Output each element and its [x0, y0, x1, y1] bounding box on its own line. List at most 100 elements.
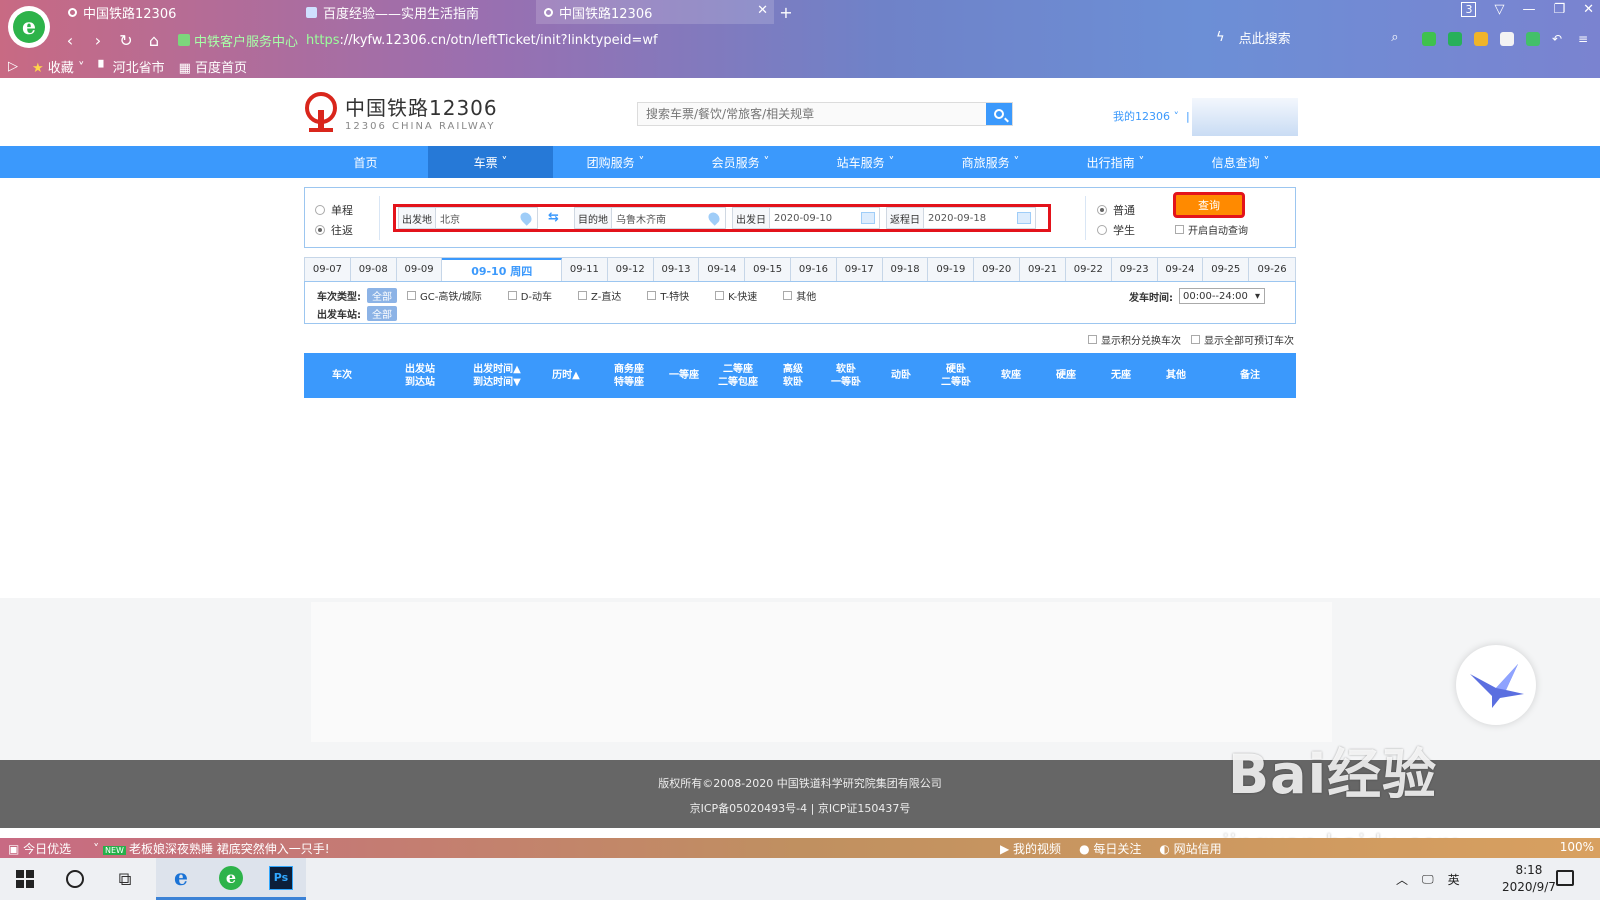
lightning-icon[interactable]: ϟ	[1216, 30, 1225, 45]
train-type-all[interactable]: 全部	[367, 288, 397, 303]
back-button[interactable]: ‹	[56, 31, 84, 50]
show-points-checkbox[interactable]: 显示积分兑换车次	[1088, 332, 1181, 347]
home-button[interactable]: ⌂	[140, 31, 168, 50]
filter-d[interactable]: D-动车	[507, 288, 552, 303]
date-tab[interactable]: 09-12	[608, 258, 654, 281]
show-all-bookable-checkbox[interactable]: 显示全部可预订车次	[1191, 332, 1294, 347]
bookmark-item-1[interactable]: ▘ 河北省市	[98, 57, 164, 76]
filter-gc[interactable]: GC-高铁/城际	[407, 288, 482, 303]
game-icon[interactable]	[1500, 32, 1514, 46]
nav-business[interactable]: 商旅服务 ˅	[928, 146, 1053, 178]
to-station-field[interactable]: 目的地 乌鲁木齐南	[574, 207, 726, 229]
date-tab[interactable]: 09-17	[837, 258, 883, 281]
calendar-icon[interactable]	[1017, 212, 1031, 224]
close-window-button[interactable]: ✕	[1583, 2, 1594, 17]
notification-icon[interactable]	[1556, 870, 1574, 886]
calendar-icon[interactable]	[861, 212, 875, 224]
nav-station[interactable]: 站车服务 ˅	[803, 146, 928, 178]
nav-info[interactable]: 信息查询 ˅	[1178, 146, 1303, 178]
minimize-button[interactable]: —	[1522, 2, 1535, 17]
clock[interactable]: 8:18 2020/9/7	[1502, 862, 1556, 896]
search-button[interactable]	[50, 858, 100, 900]
undo-icon[interactable]: ↶	[1552, 32, 1566, 46]
trip-single-radio[interactable]: 单程	[315, 200, 353, 220]
zoom-level[interactable]: 100%	[1560, 840, 1594, 854]
date-tab[interactable]: 09-21	[1020, 258, 1066, 281]
browser-tab-2[interactable]: 百度经验——实用生活指南	[298, 0, 536, 24]
extension-icon[interactable]	[1448, 32, 1462, 46]
nav-tickets[interactable]: 车票 ˅	[428, 146, 553, 178]
taskbar-360-browser[interactable]: e	[206, 858, 256, 900]
date-tab[interactable]: 09-18	[883, 258, 929, 281]
station-all[interactable]: 全部	[367, 306, 397, 321]
menu-icon[interactable]: ≡	[1578, 32, 1592, 46]
browser-search[interactable]: 点此搜索 ⌕	[1239, 28, 1399, 47]
date-tab[interactable]: 09-09	[397, 258, 443, 281]
browser-tab-3[interactable]: 中国铁路12306 ✕	[536, 0, 774, 24]
new-tab-button[interactable]: +	[774, 0, 798, 24]
nav-group[interactable]: 团购服务 ˅	[553, 146, 678, 178]
date-tab[interactable]: 09-20	[974, 258, 1021, 281]
browser-logo-icon[interactable]: e	[8, 6, 50, 48]
taskbar-edge[interactable]: e	[156, 858, 206, 900]
daily-focus[interactable]: ● 每日关注	[1079, 840, 1141, 857]
sidebar-toggle-icon[interactable]: ▷	[8, 59, 18, 74]
address-bar[interactable]: 中铁客户服务中心 https ://kyfw.12306.cn/otn/left…	[178, 29, 1108, 51]
taskbar-photoshop[interactable]: Ps	[256, 858, 306, 900]
task-view-button[interactable]: ⧉	[100, 858, 150, 900]
nav-guide[interactable]: 出行指南 ˅	[1053, 146, 1178, 178]
date-tab[interactable]: 09-15	[745, 258, 792, 281]
filter-t[interactable]: T-特快	[647, 288, 689, 303]
site-search-button[interactable]	[986, 103, 1012, 125]
date-tab[interactable]: 09-08	[351, 258, 397, 281]
date-tab[interactable]: 09-11	[562, 258, 608, 281]
trip-round-radio[interactable]: 往返	[315, 220, 353, 240]
nav-member[interactable]: 会员服务 ˅	[678, 146, 803, 178]
passenger-normal-radio[interactable]: 普通	[1097, 200, 1135, 220]
tab-close-icon[interactable]: ✕	[757, 3, 768, 18]
bookmark-favorites[interactable]: ★ 收藏 ˅	[32, 57, 84, 76]
skin-icon[interactable]: ▽	[1494, 2, 1504, 17]
start-button[interactable]	[0, 858, 50, 900]
filter-other[interactable]: 其他	[783, 288, 816, 303]
date-tab[interactable]: 09-22	[1066, 258, 1112, 281]
my12306-link[interactable]: 我的12306 ˅ |	[1113, 108, 1190, 124]
date-tab[interactable]: 09-23	[1112, 258, 1158, 281]
date-tab-selected[interactable]: 09-10 周四	[442, 258, 562, 281]
date-tab[interactable]: 09-26	[1249, 258, 1295, 281]
app-grid-icon[interactable]	[1526, 32, 1540, 46]
date-tab[interactable]: 09-16	[791, 258, 837, 281]
col-duration[interactable]: 历时▲	[534, 353, 598, 398]
network-icon[interactable]: 🖵	[1422, 872, 1434, 887]
date-tab[interactable]: 09-24	[1158, 258, 1204, 281]
nav-home[interactable]: 首页	[303, 146, 428, 178]
query-button[interactable]: 查询	[1173, 192, 1245, 218]
depart-date-field[interactable]: 出发日 2020-09-10	[732, 207, 880, 229]
date-tab[interactable]: 09-07	[305, 258, 351, 281]
news-ticker[interactable]: ˅ NEW 老板娘深夜熟睡 裙底突然伸入一只手!	[93, 840, 329, 857]
auto-query-checkbox[interactable]: 开启自动查询	[1175, 222, 1248, 237]
from-station-field[interactable]: 出发地 北京	[398, 207, 538, 229]
restore-button[interactable]: ❐	[1553, 2, 1565, 17]
shield-icon[interactable]	[1474, 32, 1488, 46]
date-tab[interactable]: 09-19	[928, 258, 975, 281]
forward-button[interactable]: ›	[84, 31, 112, 50]
site-logo[interactable]: 中国铁路12306 12306 CHINA RAILWAY	[303, 92, 498, 132]
extension-icon[interactable]	[1422, 32, 1436, 46]
browser-tab-1[interactable]: 中国铁路12306	[60, 0, 298, 24]
tab-count-badge[interactable]: 3	[1461, 2, 1477, 17]
date-tab[interactable]: 09-25	[1203, 258, 1250, 281]
return-date-field[interactable]: 返程日 2020-09-18	[886, 207, 1036, 229]
site-credit[interactable]: ◐ 网站信用	[1159, 840, 1221, 857]
date-tab[interactable]: 09-14	[699, 258, 746, 281]
ime-indicator[interactable]: 英	[1448, 871, 1460, 888]
user-banner[interactable]	[1192, 98, 1298, 136]
depart-time-select[interactable]: 00:00--24:00 ▾	[1179, 288, 1265, 304]
date-tab[interactable]: 09-13	[654, 258, 700, 281]
filter-k[interactable]: K-快速	[715, 288, 757, 303]
refresh-button[interactable]: ↻	[112, 31, 140, 50]
assistant-bird-icon[interactable]	[1456, 645, 1536, 725]
filter-z[interactable]: Z-直达	[578, 288, 621, 303]
today-picks[interactable]: ▣ 今日优选	[8, 840, 71, 857]
site-search-input[interactable]	[638, 103, 986, 125]
